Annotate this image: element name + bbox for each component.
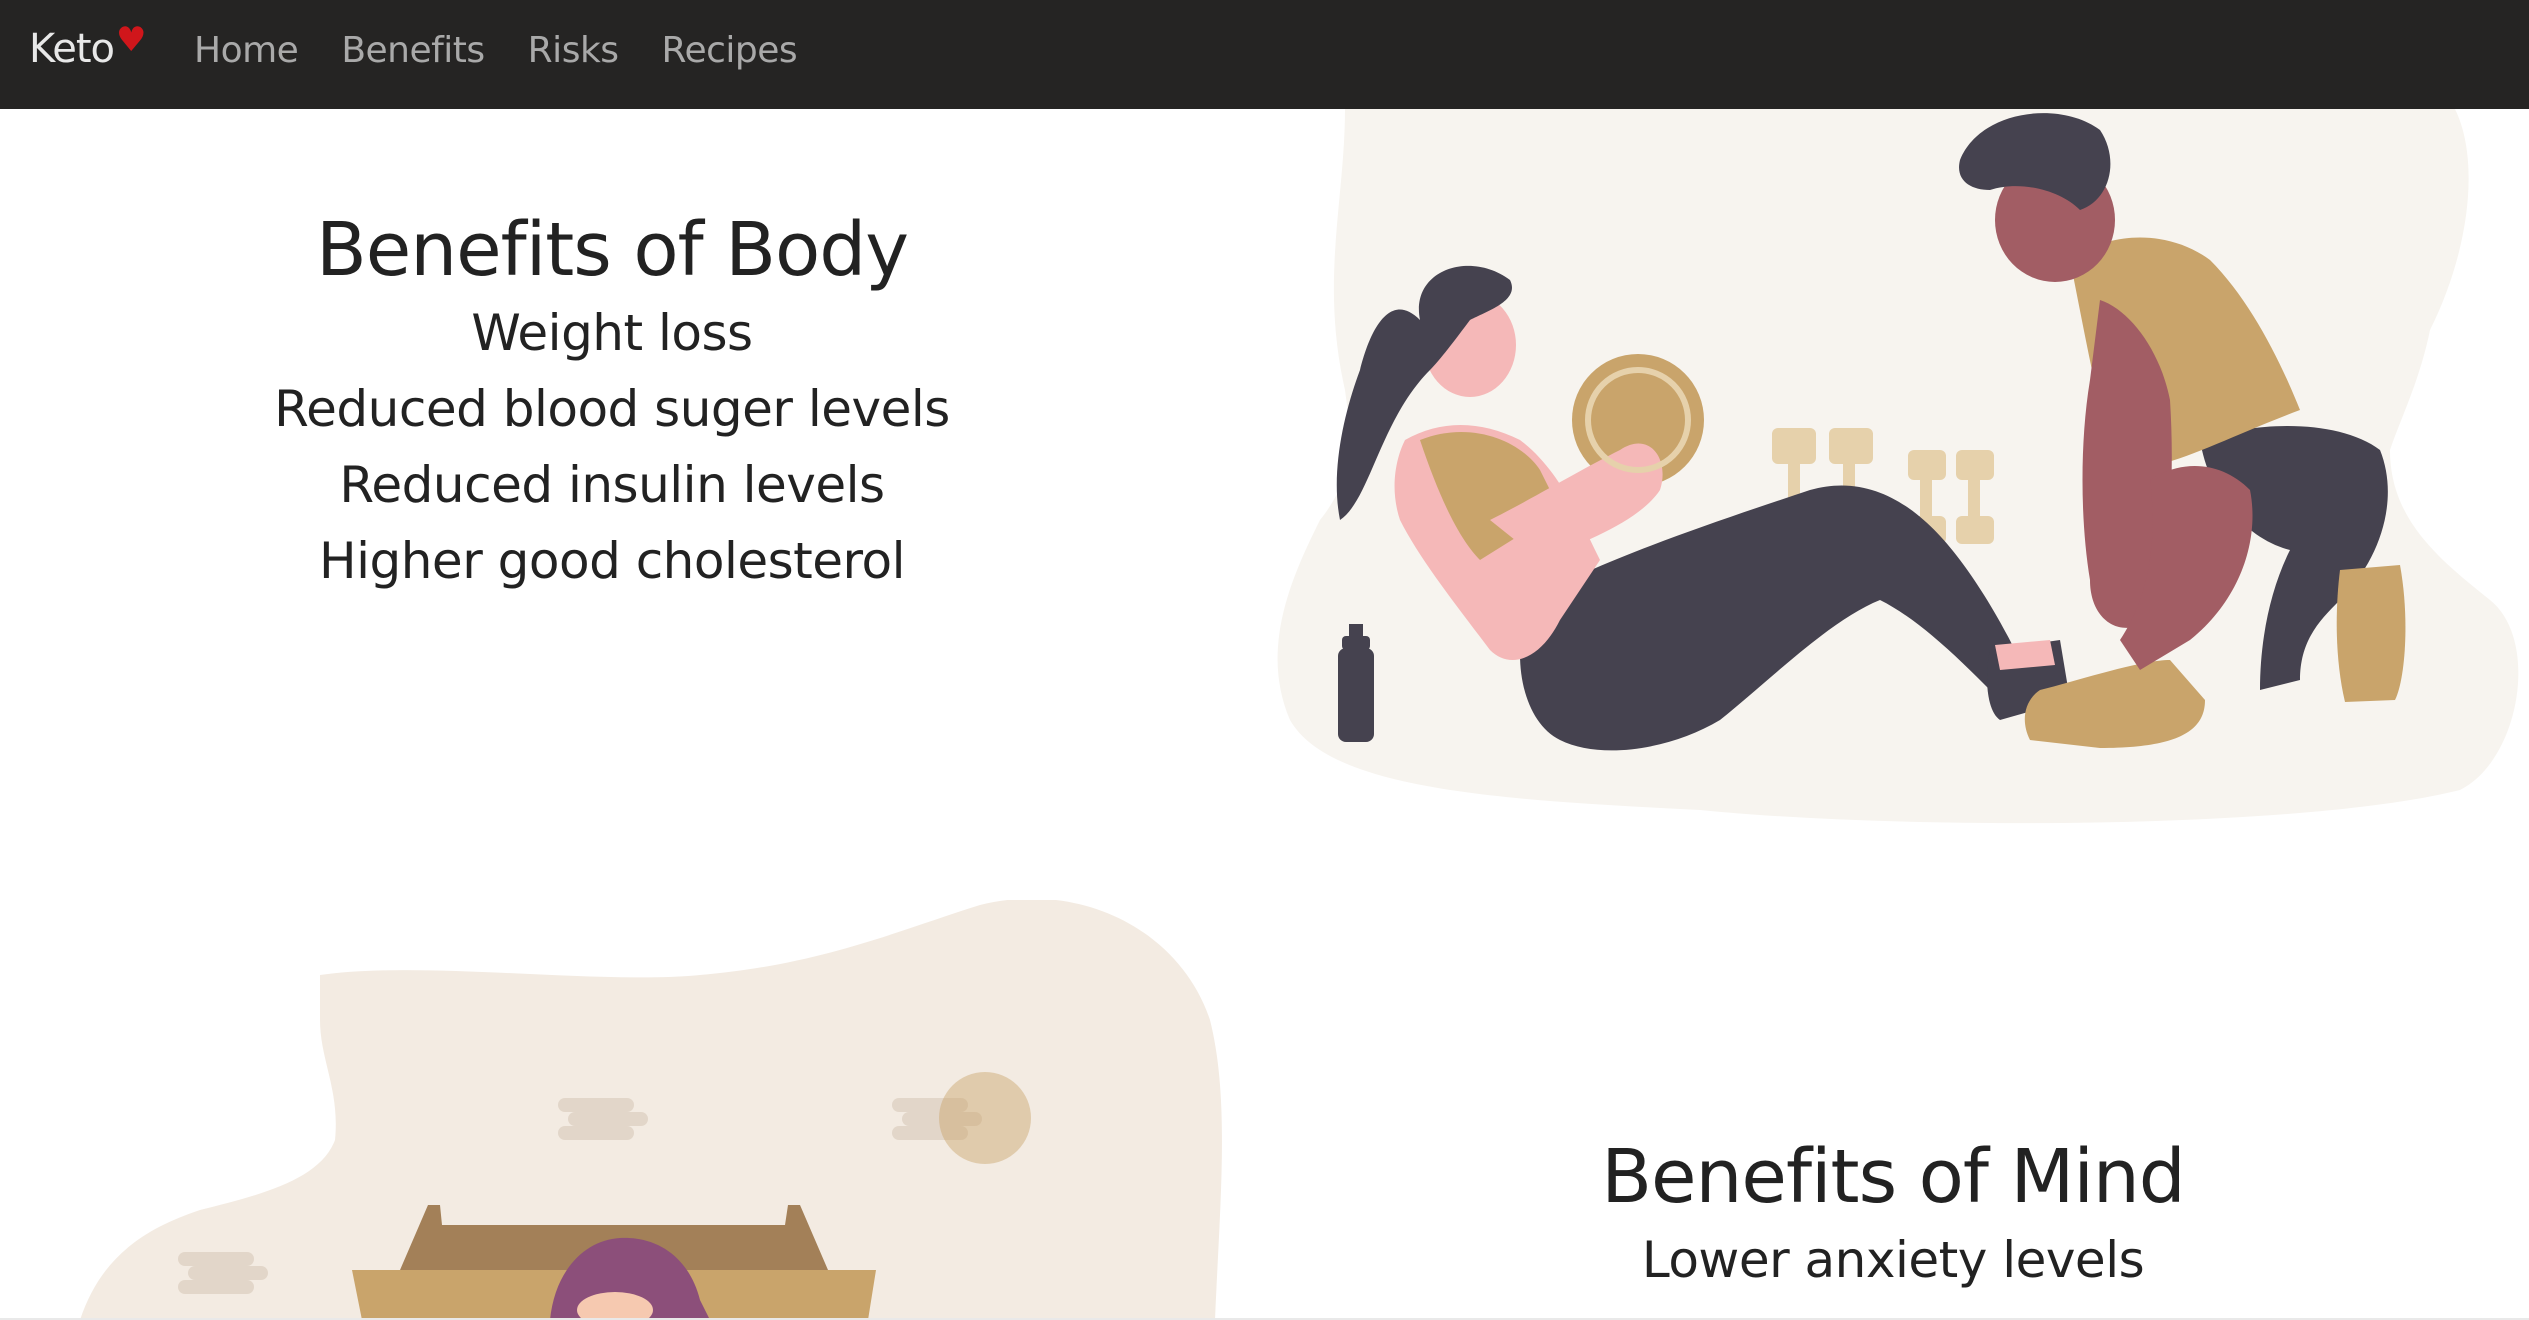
sun-icon xyxy=(939,1072,1031,1164)
water-bottle-icon xyxy=(1338,624,1374,742)
section-title: Benefits of Body xyxy=(315,207,909,293)
heart-icon: ♥ xyxy=(116,20,147,60)
benefit-item: Reduced insulin levels xyxy=(339,456,885,514)
benefits-body-section: Benefits of Body Weight loss Reduced blo… xyxy=(212,205,1012,599)
benefit-item: Lower anxiety levels xyxy=(1641,1231,2145,1289)
nav-link-home[interactable]: Home xyxy=(194,30,299,71)
benefits-mind-section: Benefits of Mind Lower anxiety levels xyxy=(1493,1132,2293,1298)
nav-link-recipes[interactable]: Recipes xyxy=(662,30,798,71)
section-title: Benefits of Mind xyxy=(1601,1134,2186,1220)
nav-link-benefits[interactable]: Benefits xyxy=(341,30,485,71)
desk-illustration xyxy=(80,900,1222,1320)
brand-logo[interactable]: Keto ♥ xyxy=(29,20,147,72)
nav-link-risks[interactable]: Risks xyxy=(528,30,619,71)
workout-illustration xyxy=(1277,109,2519,824)
benefit-item: Reduced blood suger levels xyxy=(274,380,950,438)
nav-links: Home Benefits Risks Recipes xyxy=(194,30,840,71)
benefit-item: Weight loss xyxy=(471,304,753,362)
benefit-item: Higher good cholesterol xyxy=(319,532,905,590)
navbar: Keto ♥ Home Benefits Risks Recipes xyxy=(0,0,2529,109)
brand-name[interactable]: Keto xyxy=(29,26,115,72)
